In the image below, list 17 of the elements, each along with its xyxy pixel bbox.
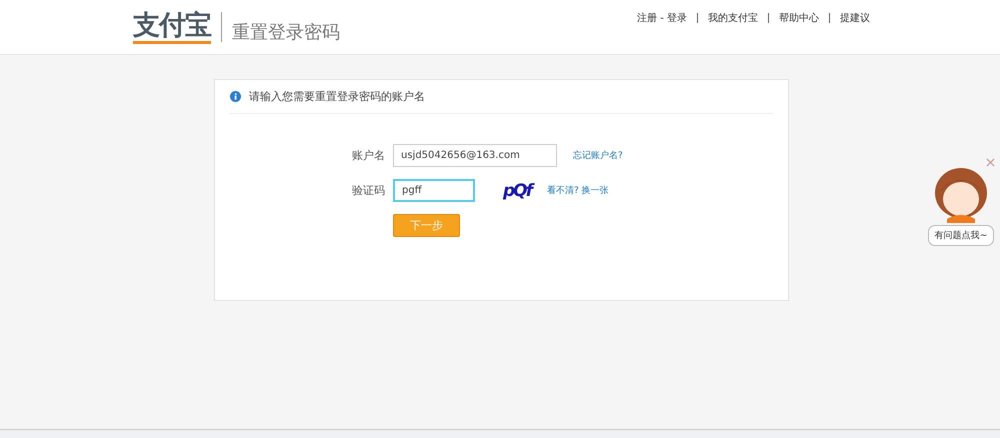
forgot-account-link[interactable]: 忘记账户名? bbox=[573, 149, 623, 162]
avatar-icon[interactable] bbox=[933, 167, 989, 223]
refresh-captcha-link[interactable]: 看不清? 换一张 bbox=[547, 184, 609, 197]
info-icon bbox=[230, 91, 241, 102]
nav-link[interactable]: 注册 - 登录 bbox=[637, 11, 687, 25]
help-bubble[interactable]: 有问题点我~ bbox=[928, 225, 994, 246]
nav-link[interactable]: 帮助中心 bbox=[779, 11, 819, 25]
captcha-image[interactable]: pQf bbox=[503, 180, 532, 200]
page-title: 重置登录密码 bbox=[232, 21, 340, 44]
account-field[interactable]: usjd5042656@163.com bbox=[393, 144, 557, 167]
field-label: 验证码 bbox=[351, 183, 386, 198]
nav-link[interactable]: 提建议 bbox=[840, 11, 870, 25]
field-label: 账户名 bbox=[351, 148, 386, 163]
notice-text: 请输入您需要重置登录密码的账户名 bbox=[249, 89, 425, 104]
captcha-field[interactable]: pgff bbox=[393, 179, 475, 202]
nav-link[interactable]: 我的支付宝 bbox=[708, 11, 758, 25]
logo[interactable]: 支付宝 bbox=[133, 10, 211, 44]
